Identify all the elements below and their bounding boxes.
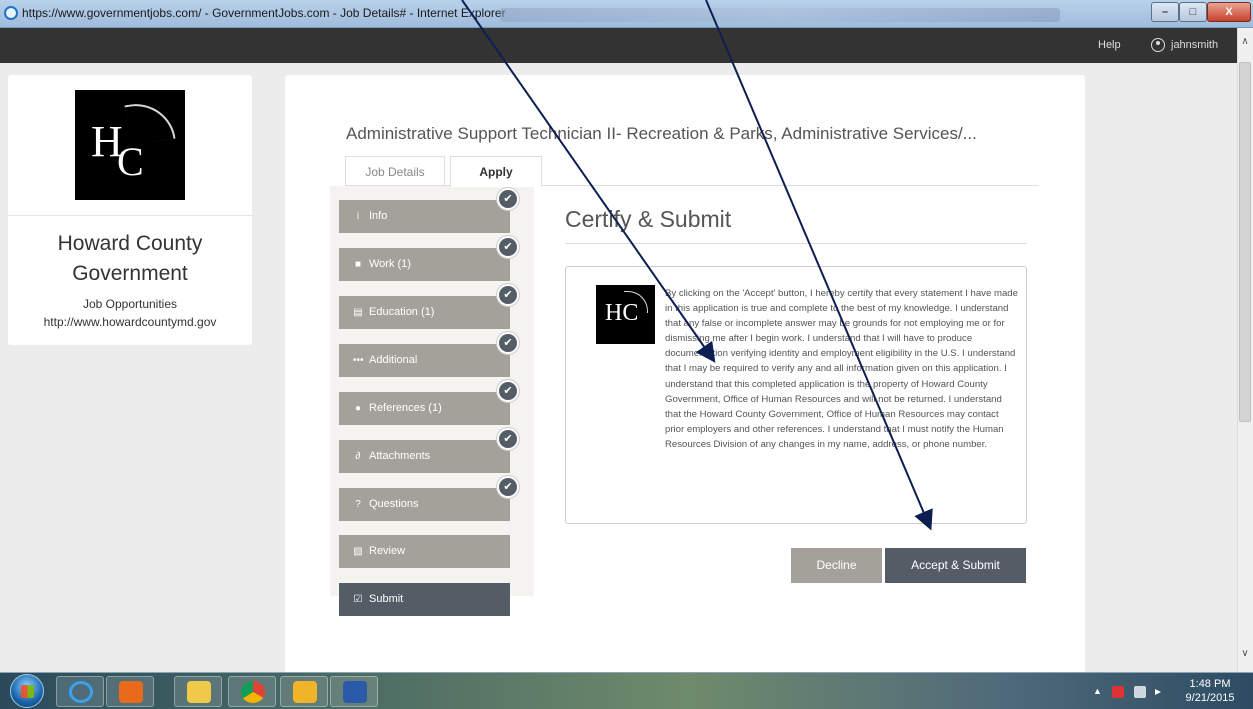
organization-name: Howard County Government <box>57 232 203 285</box>
word-icon <box>343 681 367 703</box>
step-info[interactable]: i Info <box>339 200 510 233</box>
taskbar-chrome[interactable] <box>228 676 276 707</box>
windows-taskbar <box>0 672 1253 709</box>
folder-icon <box>187 681 211 703</box>
step-work[interactable]: ■ Work (1) <box>339 248 510 281</box>
ellipsis-icon: ••• <box>353 355 364 366</box>
username-link[interactable]: jahnsmith <box>1171 39 1218 51</box>
accept-submit-button[interactable]: Accept & Submit <box>885 548 1026 583</box>
decline-button[interactable]: Decline <box>791 548 882 583</box>
network-error-icon[interactable] <box>1112 686 1124 698</box>
taskbar-internet-explorer[interactable] <box>56 676 104 707</box>
question-icon: ? <box>355 499 361 510</box>
info-icon: i <box>356 211 360 222</box>
scroll-up-arrow-icon[interactable]: ∧ <box>1237 36 1253 52</box>
howard-county-logo-small: HC <box>596 285 655 344</box>
show-hidden-icons-icon[interactable]: ▲ <box>1093 686 1105 698</box>
start-button[interactable] <box>10 674 44 708</box>
scroll-down-arrow-icon[interactable]: ∨ <box>1237 648 1253 664</box>
howard-county-logo: HC <box>75 90 185 200</box>
step-label: Review <box>369 545 406 557</box>
taskbar-media-player[interactable] <box>106 676 154 707</box>
checkmark-icon: ✔ <box>497 476 519 498</box>
divider <box>8 215 252 216</box>
user-icon[interactable] <box>1151 38 1165 52</box>
step-label: Questions <box>369 498 419 510</box>
review-icon: ▧ <box>353 546 363 557</box>
step-attachments[interactable]: ∂ Attachments <box>339 440 510 473</box>
taskbar-outlook[interactable] <box>280 676 328 707</box>
step-questions[interactable]: ? Questions <box>339 488 510 521</box>
step-submit[interactable]: ☑ Submit <box>339 583 510 616</box>
speech-bubble-icon: ● <box>354 403 362 414</box>
organization-subtitle: Job Opportunities <box>82 297 178 311</box>
checkmark-icon: ✔ <box>497 188 519 210</box>
internet-explorer-icon <box>4 6 18 20</box>
outlook-icon <box>293 681 317 703</box>
network-icon[interactable] <box>1134 686 1146 698</box>
certification-text: By clicking on the 'Accept' button, I he… <box>665 288 1018 450</box>
checkmark-icon: ✔ <box>497 428 519 450</box>
maximize-button[interactable]: □ <box>1179 2 1207 22</box>
scrollbar-thumb[interactable] <box>1239 62 1251 422</box>
checkmark-icon: ✔ <box>497 236 519 258</box>
step-review[interactable]: ▧ Review <box>339 535 510 568</box>
browser-title-bar: https://www.governmentjobs.com/ - Govern… <box>0 0 1253 28</box>
step-references[interactable]: ● References (1) <box>339 392 510 425</box>
briefcase-icon: ■ <box>354 259 362 270</box>
window-title: https://www.governmentjobs.com/ - Govern… <box>22 6 506 20</box>
internet-explorer-icon <box>69 681 93 703</box>
step-label: References (1) <box>369 402 442 414</box>
media-player-icon <box>119 681 143 703</box>
logo-monogram: HC <box>605 300 639 326</box>
step-education[interactable]: ▤ Education (1) <box>339 296 510 329</box>
checkmark-icon: ✔ <box>497 332 519 354</box>
step-label: Additional <box>369 354 418 366</box>
paperclip-icon: ∂ <box>355 451 361 462</box>
tab-apply[interactable]: Apply <box>450 156 542 187</box>
certify-heading: Certify & Submit <box>565 206 732 232</box>
heading-divider <box>565 243 1027 244</box>
step-label: Info <box>369 210 388 222</box>
system-clock[interactable]: 1:48 PM 9/21/2015 <box>1180 677 1240 705</box>
step-label: Work (1) <box>369 258 411 270</box>
step-label: Submit <box>369 593 404 605</box>
checkmark-icon: ✔ <box>497 284 519 306</box>
minimize-button[interactable]: – <box>1151 2 1179 22</box>
step-additional[interactable]: ••• Additional <box>339 344 510 377</box>
taskbar-word[interactable] <box>330 676 378 707</box>
volume-icon[interactable] <box>1155 689 1161 695</box>
clock-date: 9/21/2015 <box>1185 692 1235 704</box>
help-link[interactable]: Help <box>1098 39 1121 51</box>
book-icon: ▤ <box>353 307 363 318</box>
organization-url[interactable]: http://www.howardcountymd.gov <box>0 315 260 329</box>
site-top-bar: Help jahnsmith <box>0 28 1237 63</box>
job-title: Administrative Support Technician II- Re… <box>346 124 977 143</box>
background-window-tabs <box>500 8 1060 22</box>
checkmark-icon: ✔ <box>497 380 519 402</box>
taskbar-file-explorer[interactable] <box>174 676 222 707</box>
chrome-icon <box>241 681 265 703</box>
step-label: Attachments <box>369 450 431 462</box>
clock-time: 1:48 PM <box>1189 678 1231 690</box>
step-label: Education (1) <box>369 306 435 318</box>
organization-card: HC Howard County Government Job Opportun… <box>8 75 252 345</box>
logo-monogram: HC <box>91 117 144 184</box>
windows-logo-icon <box>21 685 34 698</box>
tab-job-details[interactable]: Job Details <box>345 156 445 186</box>
submit-icon: ☑ <box>353 594 363 605</box>
close-button[interactable]: X <box>1207 2 1251 22</box>
